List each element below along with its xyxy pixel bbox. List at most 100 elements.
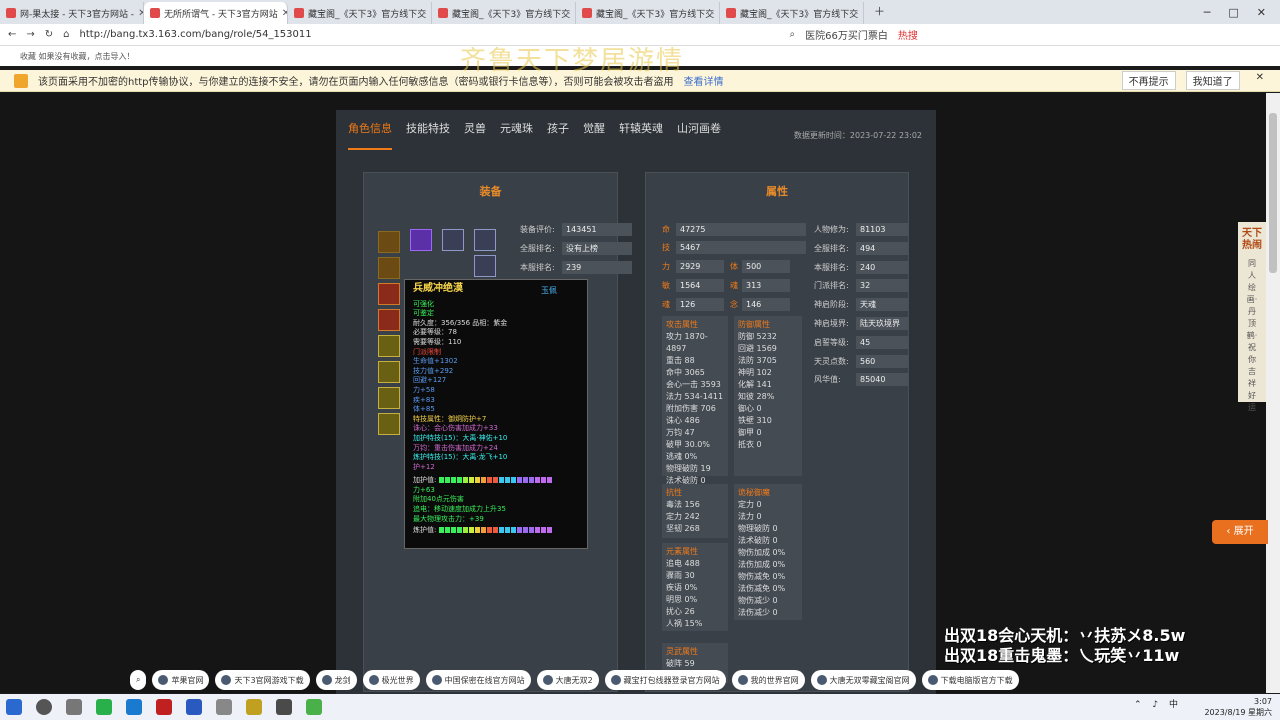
equip-slot[interactable] [442, 229, 464, 251]
new-tab-button[interactable]: ＋ [864, 3, 895, 24]
equip-slot[interactable] [378, 335, 400, 357]
search-box[interactable]: 医院66万买门票白 [805, 27, 888, 42]
site-icon [368, 675, 379, 685]
bar-segment [510, 527, 516, 534]
close-window-icon[interactable]: ✕ [1257, 6, 1266, 19]
quick-link[interactable]: 我的世界官网 [731, 670, 805, 690]
reload-icon[interactable]: ↻ [45, 29, 53, 40]
bar-segment [510, 477, 516, 484]
minimize-icon[interactable]: ─ [1204, 6, 1211, 19]
close-icon[interactable]: ✕ [1250, 71, 1270, 90]
task-view-icon[interactable] [66, 699, 82, 715]
home-icon[interactable]: ⌂ [63, 29, 69, 40]
dont-show-button[interactable]: 不再提示 [1121, 71, 1176, 90]
enhance-label: 加护值: [413, 476, 437, 485]
tab-scrolls[interactable]: 山河画卷 [677, 120, 721, 150]
ime-indicator[interactable]: 中 [1169, 700, 1182, 710]
url-input[interactable]: http://bang.tx3.163.com/bang/role/54_153… [80, 29, 780, 40]
equip-slot-hovered[interactable] [378, 413, 400, 435]
got-it-button[interactable]: 我知道了 [1185, 71, 1240, 90]
bar-segment [462, 477, 468, 484]
equip-slot[interactable] [410, 229, 432, 251]
stat-line: 人祸 15% [666, 619, 703, 628]
stat-line: 知彼 28% [738, 392, 775, 401]
wechat-icon[interactable] [96, 699, 112, 715]
app-icon[interactable] [246, 699, 262, 715]
browser-tab-1[interactable]: 网-果太接 - 天下3官方网站 -✕ [0, 2, 144, 24]
quick-link[interactable]: 极光世界 [362, 670, 420, 690]
scroll-thumb[interactable] [1269, 113, 1277, 273]
quick-link[interactable]: 天下3官网游戏下载 [215, 670, 310, 690]
stat-label: 启誓等级: [814, 337, 849, 347]
equip-slot[interactable] [378, 387, 400, 409]
equip-slot[interactable] [378, 309, 400, 331]
tab-pets[interactable]: 灵兽 [464, 120, 486, 150]
martial-list: 破阵 59 [666, 658, 724, 670]
quick-link-label: 龙剑 [334, 675, 351, 685]
equip-slot[interactable] [474, 229, 496, 251]
page-scrollbar[interactable] [1266, 93, 1280, 693]
equip-server-rank: 本服排名: 239 [520, 261, 632, 274]
quick-link[interactable]: 大唐无双零藏宝阁官网 [810, 670, 916, 690]
equip-slot[interactable] [378, 283, 400, 305]
stat-value: 2929 [676, 260, 724, 273]
defense-attributes: 防御属性 防御 5232 回避 1569 法防 3705 神明 102 化解 141 知彼 … [734, 316, 802, 476]
expand-button[interactable]: ‹ 展开 [1212, 520, 1268, 544]
browser-tab-4[interactable]: 藏宝阁_《天下3》官方线下交✕ [432, 2, 576, 24]
browser-tab-3[interactable]: 藏宝阁_《天下3》官方线下交✕ [288, 2, 432, 24]
tab-skills[interactable]: 技能特技 [406, 120, 450, 150]
site-icon [438, 8, 448, 18]
bar-segment [504, 527, 510, 534]
stat-label: 命 [662, 225, 670, 234]
stat-line: 防御 5232 [738, 332, 777, 341]
app-icon[interactable] [186, 699, 202, 715]
stat-line: 物伤减少 0 [738, 596, 778, 605]
back-icon[interactable]: ← [8, 29, 16, 40]
equip-slot[interactable] [378, 257, 400, 279]
hot-search-badge[interactable]: 热搜 [898, 27, 918, 42]
quick-link[interactable]: 大唐无双2 [536, 670, 599, 690]
stat-line: 破甲 30.0% [666, 440, 710, 449]
tab-soul-pearl[interactable]: 元魂珠 [500, 120, 533, 150]
browser-icon[interactable] [306, 699, 322, 715]
browser-tab-5[interactable]: 藏宝阁_《天下3》官方线下交✕ [576, 2, 720, 24]
overlay-line: 出双18重击鬼墨：乀玩笑丷11w [944, 646, 1180, 665]
edge-icon[interactable] [126, 699, 142, 715]
tab-children[interactable]: 孩子 [547, 120, 569, 150]
maximize-icon[interactable]: □ [1228, 6, 1238, 19]
app-icon[interactable] [156, 699, 172, 715]
stat-label: 全服排名: [814, 243, 849, 253]
quick-search-icon[interactable]: ⌕ [130, 670, 147, 690]
tooltip-line: 万钧：重击伤害加成力+24 [413, 443, 498, 452]
quick-link[interactable]: 中国保密在线官方网站 [425, 670, 531, 690]
side-hot-panel[interactable]: 天下热闹 同人绘画·丹顶鹤·祝你吉祥好运 [1238, 222, 1266, 412]
quick-link[interactable]: 龙剑 [315, 670, 357, 690]
app-icon[interactable] [216, 699, 232, 715]
tab-awaken[interactable]: 觉醒 [583, 120, 605, 150]
tooltip-line: 诛心：会心伤害加成力+33 [413, 424, 498, 433]
equip-slot[interactable] [378, 231, 400, 253]
equip-slot[interactable] [378, 361, 400, 383]
tab-heroes[interactable]: 轩辕英魂 [619, 120, 663, 150]
quick-link[interactable]: 下载电脑版官方下载 [921, 670, 1019, 690]
equip-slot[interactable] [474, 255, 496, 277]
app-icon[interactable] [276, 699, 292, 715]
quick-link[interactable]: 苹果官网 [152, 670, 210, 690]
quick-link-label: 中国保密在线官方网站 [444, 675, 525, 685]
browser-tab-2[interactable]: 无所所谓气 - 天下3官方网站✕ [144, 2, 288, 24]
browser-tab-6[interactable]: 藏宝阁_《天下3》官方线下交✕ [720, 2, 864, 24]
start-icon[interactable] [6, 699, 22, 715]
stat-line: 抵衣 0 [738, 440, 762, 449]
quick-link[interactable]: 藏宝打包线器登录官方网站 [604, 670, 726, 690]
attr-rank-row: 神启境界: 陆天玖境界 [814, 317, 908, 330]
bar-segment [546, 527, 552, 534]
stat-line: 毒法 156 [666, 500, 700, 509]
tab-role-info[interactable]: 角色信息 [348, 120, 392, 150]
stat-label: 魂 [730, 281, 738, 290]
search-icon[interactable] [36, 699, 52, 715]
bar-segment [468, 477, 474, 484]
forward-icon[interactable]: → [26, 29, 34, 40]
tab-title: 藏宝阁_《天下3》官方线下交 [452, 9, 571, 20]
details-link[interactable]: 查看详情 [684, 73, 724, 88]
stat-line: 物伤加成 0% [738, 548, 786, 557]
